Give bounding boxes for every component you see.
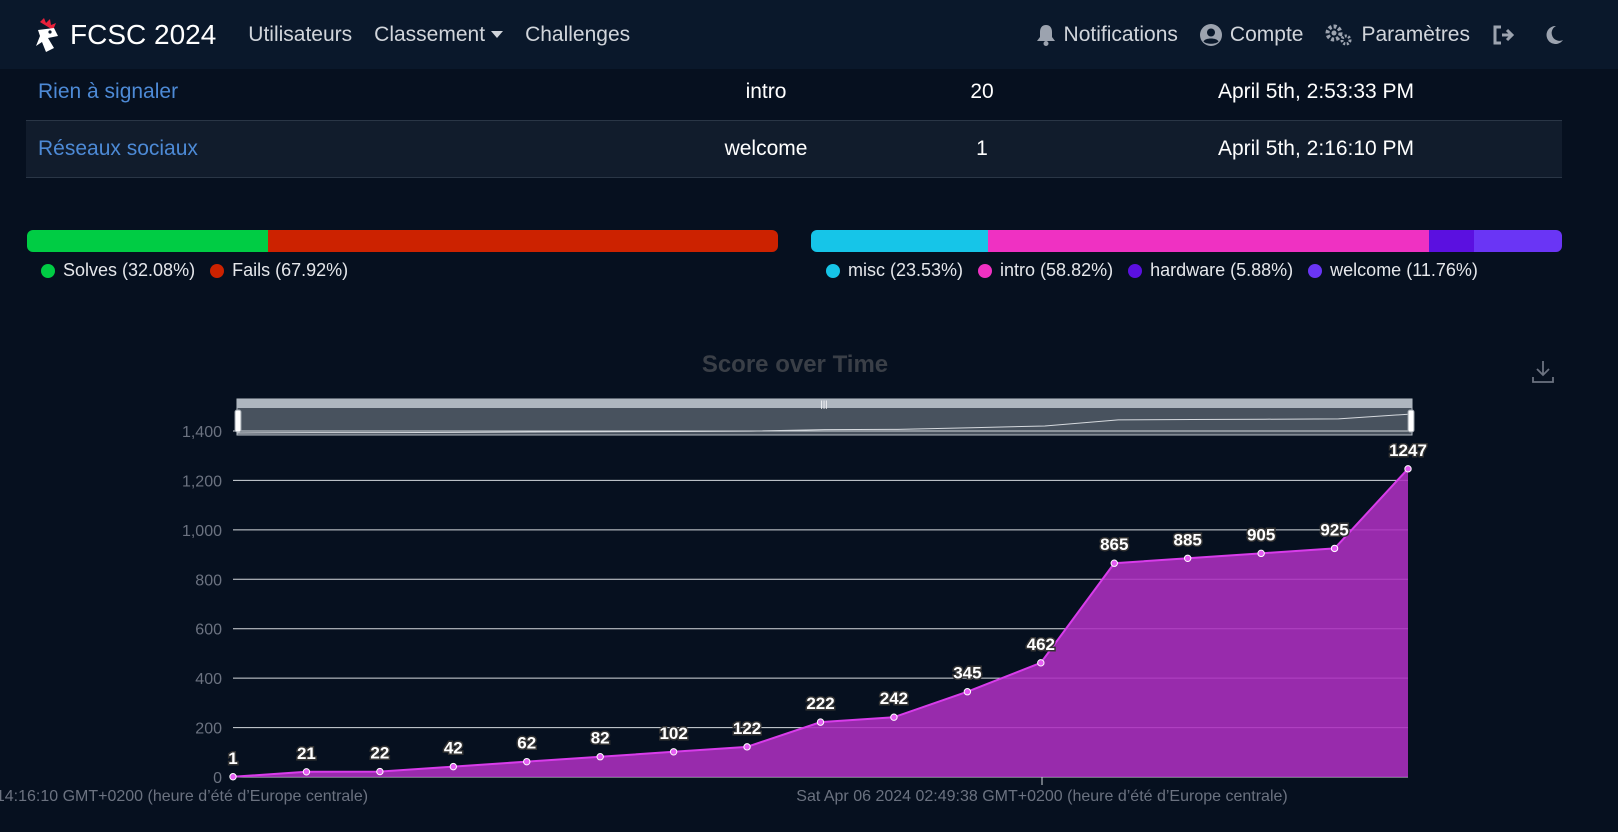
data-point[interactable] [890, 713, 898, 721]
data-point[interactable] [1037, 659, 1045, 667]
data-label: 905 [1247, 525, 1275, 544]
data-label: 925 [1320, 520, 1348, 539]
score-area [233, 468, 1408, 777]
y-tick-label: 600 [195, 622, 222, 639]
y-tick-label: 1,400 [182, 424, 222, 441]
y-tick-label: 1,200 [182, 473, 222, 490]
data-point[interactable] [1183, 554, 1192, 562]
data-point[interactable] [1330, 544, 1339, 553]
data-point[interactable] [376, 767, 384, 776]
data-point[interactable] [449, 762, 458, 771]
data-label: 22 [370, 744, 389, 763]
score-over-time-chart: 0 200 400 600 800 1,000 1,200 1,400 1 21 22 42 62 82 1… [0, 398, 1428, 805]
data-point[interactable] [1404, 465, 1412, 473]
data-point[interactable] [1110, 559, 1118, 567]
y-tick-label: 800 [195, 572, 222, 589]
data-label: 865 [1100, 535, 1128, 554]
data-point[interactable] [743, 743, 751, 751]
x-tick-label: Sat Apr 06 2024 02:49:38 GMT+0200 (heure… [796, 788, 1287, 805]
data-point[interactable] [963, 688, 972, 696]
data-point[interactable] [1257, 549, 1265, 558]
data-label: 122 [733, 719, 761, 738]
data-label: 62 [517, 734, 536, 753]
y-tick-label: 200 [195, 721, 222, 738]
data-label: 1247 [1389, 441, 1427, 460]
y-tick-label: 1,000 [182, 523, 222, 540]
data-point[interactable] [596, 753, 604, 761]
data-label: 102 [659, 724, 687, 743]
drag-grip-icon: ||| [820, 399, 827, 409]
data-label: 242 [880, 689, 908, 708]
data-label: 21 [297, 744, 316, 763]
data-label: 462 [1027, 635, 1055, 654]
data-label: 42 [444, 739, 463, 758]
data-label: 345 [953, 664, 981, 683]
data-label: 222 [806, 694, 834, 713]
zoom-handle-left[interactable] [234, 409, 242, 433]
data-point[interactable] [302, 768, 311, 776]
data-label: 1 [228, 749, 237, 768]
data-label: 885 [1174, 530, 1202, 549]
data-label: 82 [591, 729, 610, 748]
zoom-handle-right[interactable] [1407, 409, 1415, 433]
data-point[interactable] [669, 748, 678, 756]
y-tick-label: 0 [213, 770, 222, 787]
data-point[interactable] [229, 773, 237, 781]
x-tick-label: Fri Apr 05 2024 14:16:10 GMT+0200 (heure… [0, 788, 368, 805]
data-point[interactable] [816, 718, 825, 726]
y-tick-label: 400 [195, 671, 222, 688]
data-point[interactable] [523, 757, 531, 766]
